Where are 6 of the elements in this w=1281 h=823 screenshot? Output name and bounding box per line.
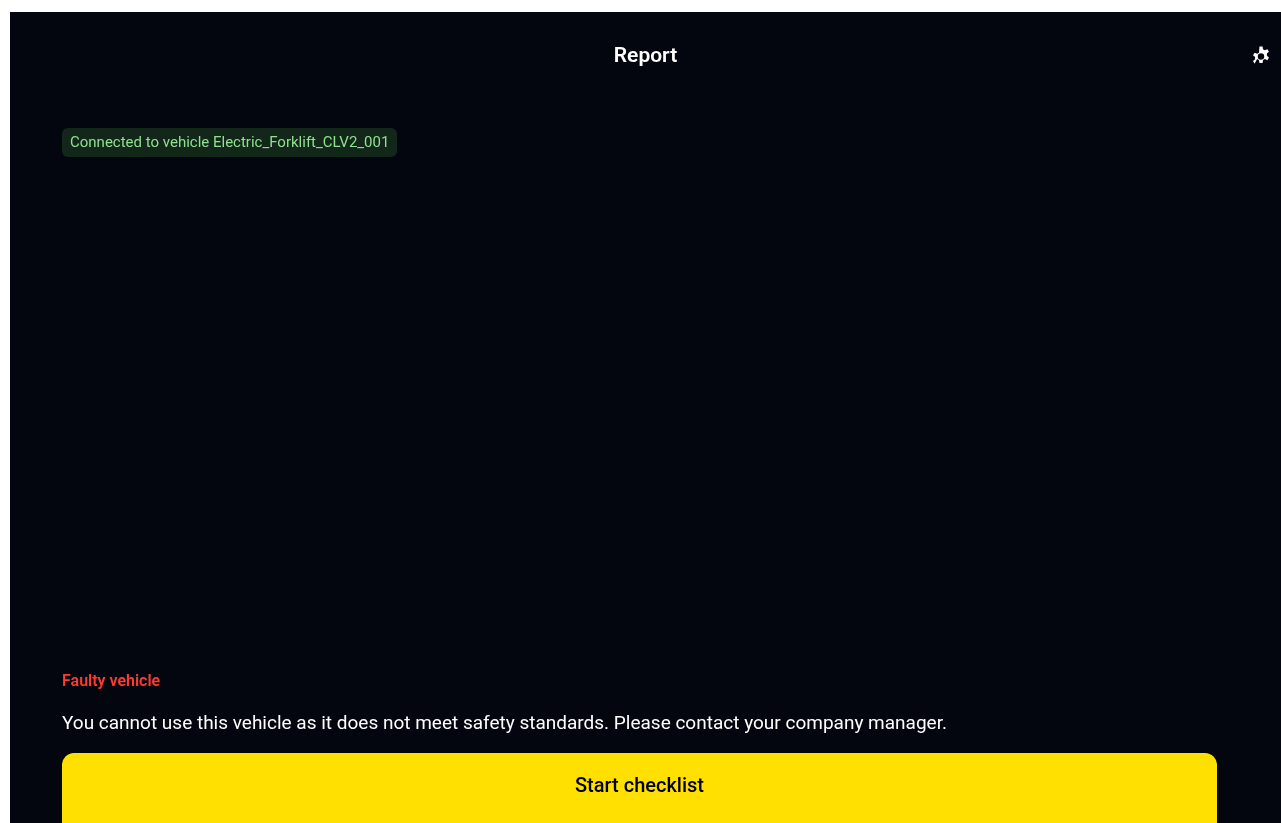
- alert-title: Faulty vehicle: [62, 669, 162, 692]
- settings-icon[interactable]: [1250, 45, 1272, 67]
- screen-title: Report: [613, 42, 678, 70]
- connection-status: Connected to vehicle Electric_Forklift_CLV2_001: [62, 128, 398, 157]
- start-checklist-button[interactable]: Start checklist: [62, 753, 1217, 823]
- alert-message: You cannot use this vehicle as it does not meet safety standards. Please contact your company manager.: [62, 709, 948, 736]
